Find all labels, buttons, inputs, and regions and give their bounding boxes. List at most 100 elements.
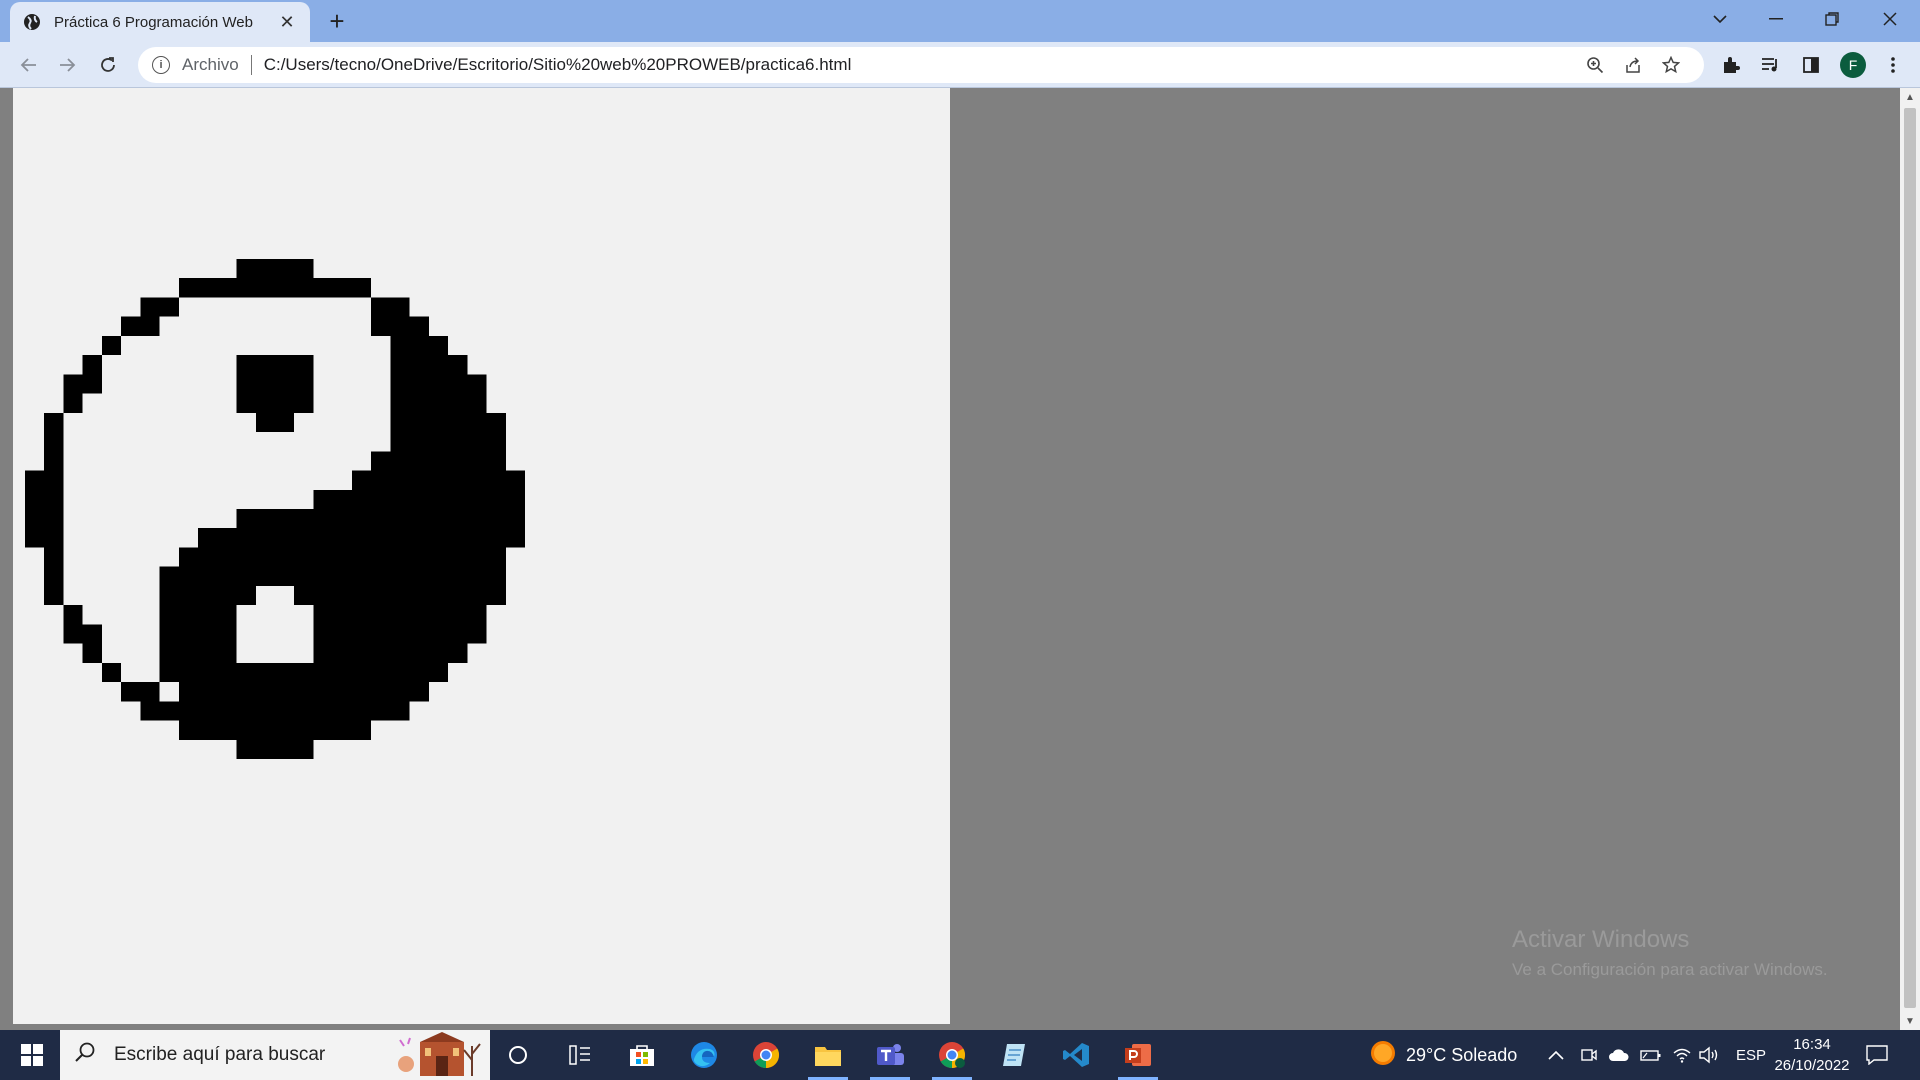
vertical-scrollbar[interactable]: ▲ ▼	[1900, 88, 1920, 1030]
page-body	[0, 88, 950, 1024]
profile-avatar[interactable]: F	[1834, 49, 1872, 81]
zoom-icon[interactable]	[1576, 51, 1614, 79]
yin-yang-pixel	[409, 566, 429, 586]
teams-icon[interactable]	[862, 1030, 918, 1080]
yin-yang-pixel	[505, 528, 525, 548]
start-button[interactable]	[8, 1030, 56, 1080]
yin-yang-pixel	[198, 605, 218, 625]
yin-yang-pixel	[428, 566, 449, 586]
side-panel-icon[interactable]	[1792, 49, 1830, 81]
yin-yang-pixel	[255, 720, 275, 740]
file-explorer-icon[interactable]	[800, 1030, 856, 1080]
yin-yang-pixel	[255, 682, 275, 702]
yin-yang-pixel	[198, 682, 218, 702]
url-text[interactable]: C:/Users/tecno/OneDrive/Escritorio/Sitio…	[264, 55, 1576, 75]
yin-yang-pixel	[371, 470, 391, 490]
scroll-up-icon[interactable]: ▲	[1900, 88, 1920, 106]
yin-yang-pixel	[236, 585, 256, 606]
yin-yang-pixel	[428, 624, 449, 644]
yin-yang-pixel	[390, 335, 410, 356]
notifications-icon[interactable]	[1866, 1030, 1888, 1080]
yin-yang-pixel	[390, 643, 410, 663]
yin-yang-pixel	[390, 682, 410, 702]
yin-yang-pixel	[428, 662, 449, 683]
weather-widget[interactable]: 29°C Soleado	[1370, 1030, 1517, 1080]
meet-now-icon[interactable]	[1580, 1030, 1598, 1080]
yin-yang-pixel	[44, 432, 64, 452]
battery-icon[interactable]	[1640, 1030, 1662, 1080]
yin-yang-pixel	[448, 432, 468, 452]
taskbar-search[interactable]: Escribe aquí para buscar	[60, 1030, 490, 1080]
close-tab-icon[interactable]: ✕	[276, 12, 298, 33]
yin-yang-pixel	[236, 720, 256, 740]
volume-icon[interactable]	[1698, 1030, 1720, 1080]
yin-yang-pixel	[255, 739, 275, 759]
info-icon[interactable]: i	[152, 56, 170, 74]
reload-button[interactable]	[92, 49, 124, 81]
yin-yang-pixel	[198, 720, 218, 740]
back-button[interactable]	[12, 49, 44, 81]
yin-yang-pixel	[448, 624, 468, 644]
edge-icon[interactable]	[676, 1030, 732, 1080]
yin-yang-pixel	[217, 528, 237, 548]
share-icon[interactable]	[1614, 51, 1652, 79]
menu-icon[interactable]	[1874, 49, 1912, 81]
yin-yang-pixel	[44, 489, 64, 509]
yin-yang-pixel	[448, 605, 468, 625]
yin-yang-pixel	[275, 547, 295, 567]
yin-yang-pixel	[236, 393, 256, 413]
yin-yang-pixel	[236, 509, 256, 529]
task-view-icon[interactable]	[552, 1030, 608, 1080]
clock[interactable]: 16:34 26/10/2022	[1762, 1034, 1862, 1076]
powerpoint-icon[interactable]	[1110, 1030, 1166, 1080]
notepad-icon[interactable]	[986, 1030, 1042, 1080]
browser-tab[interactable]: Práctica 6 Programación Web ✕	[10, 2, 310, 42]
yin-yang-pixel	[486, 528, 506, 548]
yin-yang-pixel	[332, 643, 352, 663]
activation-watermark: Activar Windows Ve a Configuración para …	[1512, 926, 1828, 980]
yin-yang-pixel	[159, 605, 179, 625]
yin-yang-pixel	[159, 701, 179, 721]
minimize-button[interactable]	[1748, 0, 1804, 38]
onedrive-icon[interactable]	[1608, 1030, 1630, 1080]
show-hidden-icons-icon[interactable]	[1548, 1030, 1564, 1080]
chrome-icon[interactable]	[738, 1030, 794, 1080]
yin-yang-pixel	[371, 528, 391, 548]
scroll-thumb[interactable]	[1904, 108, 1916, 1008]
yin-yang-pixel	[467, 432, 487, 452]
clock-time: 16:34	[1793, 1036, 1831, 1053]
yin-yang-pixel	[351, 701, 372, 721]
media-icon[interactable]	[1752, 49, 1790, 81]
yin-yang-pixel	[332, 585, 352, 606]
yin-yang-pixel	[448, 643, 468, 663]
yin-yang-pixel	[313, 662, 333, 683]
cortana-icon[interactable]	[490, 1030, 546, 1080]
vscode-icon[interactable]	[1048, 1030, 1104, 1080]
close-window-button[interactable]	[1862, 0, 1918, 38]
forward-button[interactable]	[52, 49, 84, 81]
chrome-profile-icon[interactable]	[924, 1030, 980, 1080]
tab-search-icon[interactable]	[1692, 0, 1748, 38]
yin-yang-pixel	[390, 585, 410, 606]
yin-yang-pixel	[371, 489, 391, 509]
address-bar[interactable]: i Archivo C:/Users/tecno/OneDrive/Escrit…	[138, 47, 1704, 83]
new-tab-button[interactable]: +	[322, 6, 352, 36]
yin-yang-pixel	[409, 393, 429, 413]
scroll-down-icon[interactable]: ▼	[1900, 1012, 1920, 1030]
yin-yang-pixel	[332, 489, 352, 509]
wifi-icon[interactable]	[1672, 1030, 1692, 1080]
yin-yang-pixel	[313, 566, 333, 586]
yin-yang-pixel	[140, 701, 160, 721]
store-icon[interactable]	[614, 1030, 670, 1080]
yin-yang-pixel	[255, 278, 275, 298]
yin-yang-pixel	[159, 297, 179, 317]
yin-yang-pixel	[63, 393, 83, 413]
yin-yang-pixel	[332, 547, 352, 567]
yin-yang-pixel	[390, 509, 410, 529]
bookmark-star-icon[interactable]	[1652, 51, 1690, 79]
extensions-icon[interactable]	[1712, 49, 1750, 81]
restore-button[interactable]	[1804, 0, 1860, 38]
yin-yang-pixel	[371, 605, 391, 625]
yin-yang-pixel	[236, 547, 256, 567]
yin-yang-pixel	[294, 662, 314, 683]
